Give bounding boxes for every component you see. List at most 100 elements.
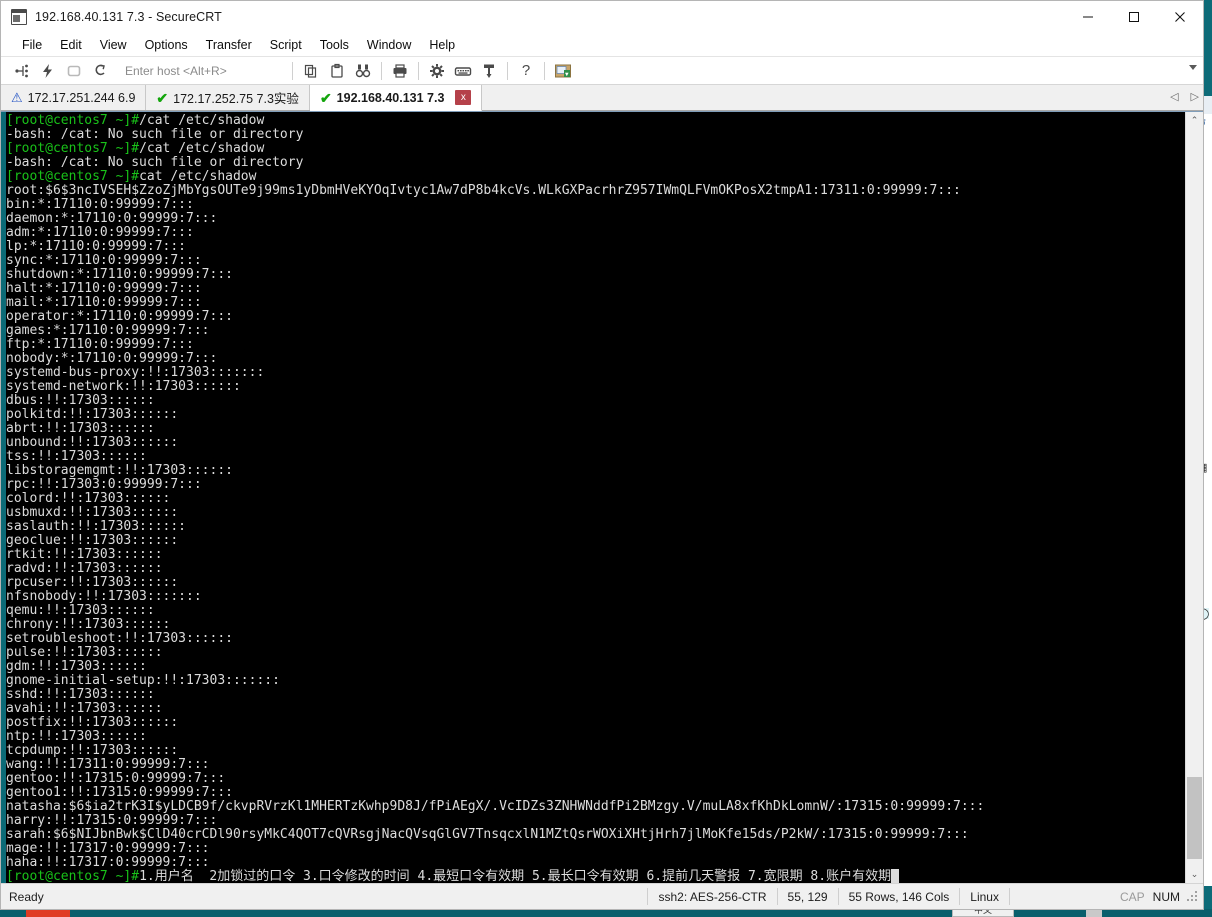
terminal-line: tss:!!:17303::::::	[6, 450, 1185, 464]
terminal-text: qemu:!!:17303::::::	[6, 603, 155, 618]
terminal-line: shutdown:*:17110:0:99999:7:::	[6, 268, 1185, 282]
terminal-text: wang:!!:17311:0:99999:7:::	[6, 757, 210, 772]
terminal-line: sync:*:17110:0:99999:7:::	[6, 254, 1185, 268]
terminal-text: operator:*:17110:0:99999:7:::	[6, 309, 233, 324]
menu-script[interactable]: Script	[261, 36, 311, 54]
menu-options[interactable]: Options	[136, 36, 197, 54]
terminal-text: polkitd:!!:17303::::::	[6, 407, 179, 422]
status-spacer	[1008, 888, 1110, 905]
tab-scroll-right-icon[interactable]: ▷	[1191, 92, 1199, 103]
session-tab-1[interactable]: ✔ 172.17.252.75 7.3实验	[146, 85, 310, 110]
terminal-text: pulse:!!:17303::::::	[6, 645, 163, 660]
maximize-button[interactable]	[1111, 1, 1157, 32]
terminal-text: 1.用户名 2加锁过的口令 3.口令修改的时间 4.最短口令有效期 5.最长口令…	[139, 869, 892, 884]
scroll-up-icon[interactable]: ⌃	[1186, 112, 1203, 129]
minimize-button[interactable]	[1065, 1, 1111, 32]
terminal-line: haha:!!:17317:0:99999:7:::	[6, 856, 1185, 870]
keyboard-icon[interactable]	[450, 60, 476, 82]
quick-connect-icon[interactable]	[35, 60, 61, 82]
menu-transfer[interactable]: Transfer	[197, 36, 261, 54]
window-title: 192.168.40.131 7.3 - SecureCRT	[35, 9, 222, 24]
terminal-line: chrony:!!:17303::::::	[6, 618, 1185, 632]
window-controls	[1065, 1, 1203, 32]
terminal-text: games:*:17110:0:99999:7:::	[6, 323, 210, 338]
host-input[interactable]: Enter host <Alt+R>	[121, 62, 279, 80]
copy-icon[interactable]	[298, 60, 324, 82]
paste-icon[interactable]	[324, 60, 350, 82]
terminal-text: mail:*:17110:0:99999:7:::	[6, 295, 202, 310]
reconnect-icon[interactable]	[87, 60, 113, 82]
terminal-line: polkitd:!!:17303::::::	[6, 408, 1185, 422]
menu-help[interactable]: Help	[420, 36, 464, 54]
terminal-line: gentoo1:!!:17315:0:99999:7:::	[6, 786, 1185, 800]
securecrt-icon	[11, 8, 27, 25]
terminal-text: daemon:*:17110:0:99999:7:::	[6, 211, 218, 226]
status-emulation: Linux	[959, 888, 1009, 905]
find-icon[interactable]	[350, 60, 376, 82]
print-icon[interactable]	[387, 60, 413, 82]
session-tab-label: 172.17.251.244 6.9	[27, 90, 136, 105]
terminal-text: saslauth:!!:17303::::::	[6, 519, 187, 534]
terminal-text: adm:*:17110:0:99999:7:::	[6, 225, 194, 240]
terminal-text: nfsnobody:!!:17303:::::::	[6, 589, 202, 604]
terminal-line: geoclue:!!:17303::::::	[6, 534, 1185, 548]
tab-scroll-left-icon[interactable]: ◁	[1170, 92, 1178, 103]
terminal-text: postfix:!!:17303::::::	[6, 715, 179, 730]
terminal-line: usbmuxd:!!:17303::::::	[6, 506, 1185, 520]
connect-in-tab-icon[interactable]	[61, 60, 87, 82]
taskbar-start-tile[interactable]	[26, 909, 70, 917]
session-tab-0[interactable]: ⚠ 172.17.251.244 6.9	[1, 85, 147, 110]
terminal-line: mage:!!:17317:0:99999:7:::	[6, 842, 1185, 856]
close-button[interactable]	[1157, 1, 1203, 32]
terminal-line: radvd:!!:17303::::::	[6, 562, 1185, 576]
session-tab-bar: ⚠ 172.17.251.244 6.9 ✔ 172.17.252.75 7.3…	[1, 85, 1203, 111]
terminal-text: geoclue:!!:17303::::::	[6, 533, 179, 548]
menu-file[interactable]: File	[13, 36, 51, 54]
svg-text:▼: ▼	[565, 71, 569, 78]
terminal-line: [root@centos7 ~]#cat /etc/shadow	[6, 170, 1185, 184]
toolbar-overflow-icon[interactable]	[1189, 65, 1197, 70]
terminal-output[interactable]: [root@centos7 ~]#/cat /etc/shadow -bash: …	[6, 112, 1185, 883]
terminal-line: postfix:!!:17303::::::	[6, 716, 1185, 730]
taskbar	[0, 909, 1212, 917]
terminal-text: colord:!!:17303::::::	[6, 491, 171, 506]
file-transfer-icon[interactable]: ▼	[550, 60, 576, 82]
menu-window[interactable]: Window	[358, 36, 420, 54]
terminal-text: ftp:*:17110:0:99999:7:::	[6, 337, 194, 352]
gear-icon[interactable]	[424, 60, 450, 82]
terminal-line: adm:*:17110:0:99999:7:::	[6, 226, 1185, 240]
session-tab-2[interactable]: ✔ 192.168.40.131 7.3 x	[309, 85, 483, 111]
shell-prompt: [root@centos7 ~]#	[6, 869, 140, 884]
terminal-line: gentoo:!!:17315:0:99999:7:::	[6, 772, 1185, 786]
terminal-line: rpc:!!:17303:0:99999:7:::	[6, 478, 1185, 492]
terminal-line: avahi:!!:17303::::::	[6, 702, 1185, 716]
key-icon[interactable]	[476, 60, 502, 82]
terminal-scrollbar[interactable]: ⌃ ⌄	[1185, 112, 1203, 883]
warning-icon: ⚠	[11, 90, 23, 105]
terminal-text: tss:!!:17303::::::	[6, 449, 147, 464]
terminal-text: shutdown:*:17110:0:99999:7:::	[6, 267, 233, 282]
terminal-line: lp:*:17110:0:99999:7:::	[6, 240, 1185, 254]
scrollbar-thumb[interactable]	[1187, 777, 1202, 859]
menu-view[interactable]: View	[91, 36, 136, 54]
terminal-line: natasha:$6$ia2trK3I$yLDCB9f/ckvpRVrzKl1M…	[6, 800, 1185, 814]
connect-icon[interactable]	[9, 60, 35, 82]
toolbar-separator-4	[507, 61, 508, 80]
close-tab-icon[interactable]: x	[455, 90, 472, 105]
menu-edit[interactable]: Edit	[51, 36, 91, 54]
scroll-down-icon[interactable]: ⌄	[1186, 866, 1203, 883]
terminal-text: radvd:!!:17303::::::	[6, 561, 163, 576]
terminal-line: ftp:*:17110:0:99999:7:::	[6, 338, 1185, 352]
resize-grip-icon[interactable]	[1186, 889, 1200, 904]
help-icon[interactable]: ?	[513, 60, 539, 82]
terminal-line: sshd:!!:17303::::::	[6, 688, 1185, 702]
status-encryption: ssh2: AES-256-CTR	[647, 888, 776, 905]
menu-tools[interactable]: Tools	[311, 36, 358, 54]
terminal-line: bin:*:17110:0:99999:7:::	[6, 198, 1185, 212]
terminal-text: setroubleshoot:!!:17303::::::	[6, 631, 233, 646]
terminal-line: unbound:!!:17303::::::	[6, 436, 1185, 450]
terminal-line: nobody:*:17110:0:99999:7:::	[6, 352, 1185, 366]
terminal-line: qemu:!!:17303::::::	[6, 604, 1185, 618]
securecrt-window: 192.168.40.131 7.3 - SecureCRT File Edit…	[0, 0, 1204, 910]
terminal-text: systemd-network:!!:17303::::::	[6, 379, 241, 394]
